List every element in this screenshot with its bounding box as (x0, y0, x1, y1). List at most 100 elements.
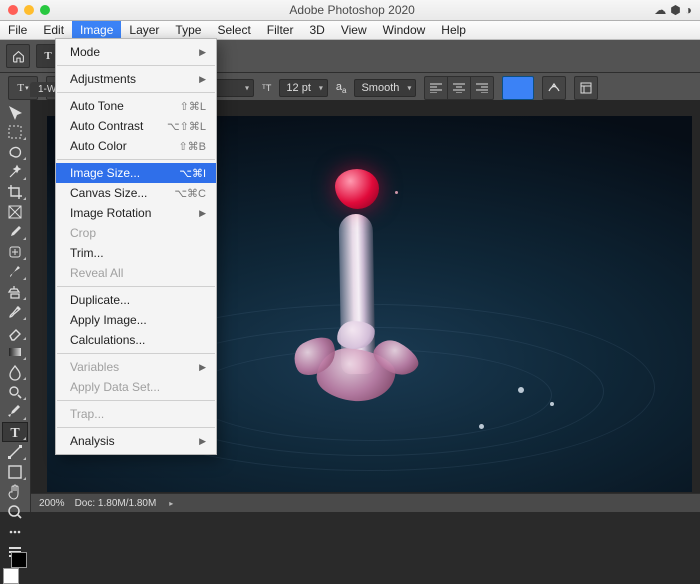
menu-item-duplicate[interactable]: Duplicate... (56, 290, 216, 310)
wand-tool[interactable] (2, 162, 28, 182)
status-flyout-icon[interactable]: ▸ (169, 499, 173, 508)
close-window-button[interactable] (8, 5, 18, 15)
dodge-tool[interactable] (2, 382, 28, 402)
submenu-arrow-icon: ▶ (199, 362, 206, 373)
menu-item-crop: Crop (56, 223, 216, 243)
gradient-tool[interactable] (2, 342, 28, 362)
status-bar: 200% Doc: 1.80M/1.80M ▸ (31, 493, 700, 512)
status-icon-1[interactable]: ⬢ (670, 3, 680, 17)
background-color-swatch[interactable] (11, 552, 27, 568)
menu-separator (57, 353, 215, 354)
zoom-tool[interactable] (2, 502, 28, 522)
doc-info[interactable]: Doc: 1.80M/1.80M (75, 498, 157, 509)
lasso-tool[interactable] (2, 142, 28, 162)
more-tool[interactable] (2, 522, 28, 542)
crop-tool[interactable] (2, 182, 28, 202)
submenu-arrow-icon: ▶ (199, 436, 206, 447)
antialias-icon: aa (336, 81, 347, 95)
menu-item-variables: Variables▶ (56, 357, 216, 377)
tool-flyout-indicator-icon (23, 457, 26, 460)
hand-tool[interactable] (2, 482, 28, 502)
tool-flyout-indicator-icon (23, 417, 26, 420)
tools-panel: T (0, 100, 31, 512)
tool-flyout-indicator-icon (23, 257, 26, 260)
warp-text-button[interactable] (542, 76, 566, 100)
history-tool[interactable] (2, 302, 28, 322)
menu-image[interactable]: Image (72, 21, 121, 39)
tool-flyout-indicator-icon (23, 477, 26, 480)
tool-flyout-indicator-icon (23, 337, 26, 340)
image-menu-dropdown[interactable]: Mode▶ Adjustments▶ Auto Tone⇧⌘LAuto Contra… (55, 38, 217, 455)
menu-item-apply-data-set: Apply Data Set... (56, 377, 216, 397)
character-panel-button[interactable] (574, 76, 598, 100)
eyedropper-tool[interactable] (2, 222, 28, 242)
blur-tool[interactable] (2, 362, 28, 382)
tool-flyout-indicator-icon (23, 377, 26, 380)
menu-view[interactable]: View (333, 21, 375, 39)
status-icon-2[interactable]: ◑ (685, 3, 692, 17)
path-tool[interactable] (2, 442, 28, 462)
menu-item-auto-tone[interactable]: Auto Tone⇧⌘L (56, 96, 216, 116)
menu-item-image-size[interactable]: Image Size...⌥⌘I (56, 163, 216, 183)
menu-item-image-rotation[interactable]: Image Rotation▶ (56, 203, 216, 223)
tool-flyout-indicator-icon (23, 137, 26, 140)
menu-item-adjustments[interactable]: Adjustments▶ (56, 69, 216, 89)
foreground-color-swatch[interactable] (3, 568, 19, 584)
menu-item-analysis[interactable]: Analysis▶ (56, 431, 216, 451)
menu-layer[interactable]: Layer (121, 21, 167, 39)
menu-item-canvas-size[interactable]: Canvas Size...⌥⌘C (56, 183, 216, 203)
clone-tool[interactable] (2, 282, 28, 302)
menu-item-trap: Trap... (56, 404, 216, 424)
submenu-arrow-icon: ▶ (199, 74, 206, 85)
menu-item-mode[interactable]: Mode▶ (56, 42, 216, 62)
menu-edit[interactable]: Edit (35, 21, 72, 39)
brush-tool[interactable] (2, 262, 28, 282)
system-tray: ☁ ⬢ ◑ (654, 3, 692, 17)
maximize-window-button[interactable] (40, 5, 50, 15)
cloud-icon[interactable]: ☁ (654, 3, 666, 17)
move-tool[interactable] (2, 102, 28, 122)
app-title: Adobe Photoshop 2020 (50, 3, 654, 17)
tool-flyout-indicator-icon (23, 197, 26, 200)
type-tool[interactable]: T (2, 422, 28, 442)
text-align-group (424, 76, 494, 100)
menu-item-auto-color[interactable]: Auto Color⇧⌘B (56, 136, 216, 156)
menu-help[interactable]: Help (433, 21, 474, 39)
menu-separator (57, 65, 215, 66)
tool-flyout-indicator-icon (23, 437, 26, 440)
antialias-method-field[interactable]: Smooth▾ (354, 79, 416, 97)
home-button[interactable] (6, 44, 30, 68)
menu-item-auto-contrast[interactable]: Auto Contrast⌥⇧⌘L (56, 116, 216, 136)
shape-tool[interactable] (2, 462, 28, 482)
menu-filter[interactable]: Filter (259, 21, 302, 39)
menu-type[interactable]: Type (167, 21, 209, 39)
menu-select[interactable]: Select (209, 21, 258, 39)
eraser-tool[interactable] (2, 322, 28, 342)
align-center-button[interactable] (447, 76, 471, 100)
heal-tool[interactable] (2, 242, 28, 262)
font-size-field[interactable]: 12 pt▾ (279, 79, 327, 97)
window-titlebar: Adobe Photoshop 2020 ☁ ⬢ ◑ (0, 0, 700, 21)
frame-tool[interactable] (2, 202, 28, 222)
menu-item-trim[interactable]: Trim... (56, 243, 216, 263)
svg-text:T: T (10, 426, 20, 441)
menu-item-apply-image[interactable]: Apply Image... (56, 310, 216, 330)
align-right-button[interactable] (470, 76, 494, 100)
menu-separator (57, 427, 215, 428)
menu-separator (57, 286, 215, 287)
menu-3d[interactable]: 3D (301, 21, 332, 39)
menu-separator (57, 159, 215, 160)
text-color-swatch[interactable] (502, 76, 534, 100)
menu-window[interactable]: Window (375, 21, 434, 39)
marquee-tool[interactable] (2, 122, 28, 142)
pen-tool[interactable] (2, 402, 28, 422)
tool-flyout-indicator-icon (23, 237, 26, 240)
tool-flyout-indicator-icon (23, 157, 26, 160)
zoom-level[interactable]: 200% (39, 498, 65, 509)
minimize-window-button[interactable] (24, 5, 34, 15)
menu-separator (57, 92, 215, 93)
align-left-button[interactable] (424, 76, 448, 100)
tool-flyout-indicator-icon (23, 177, 26, 180)
menu-file[interactable]: File (0, 21, 35, 39)
menu-item-calculations[interactable]: Calculations... (56, 330, 216, 350)
